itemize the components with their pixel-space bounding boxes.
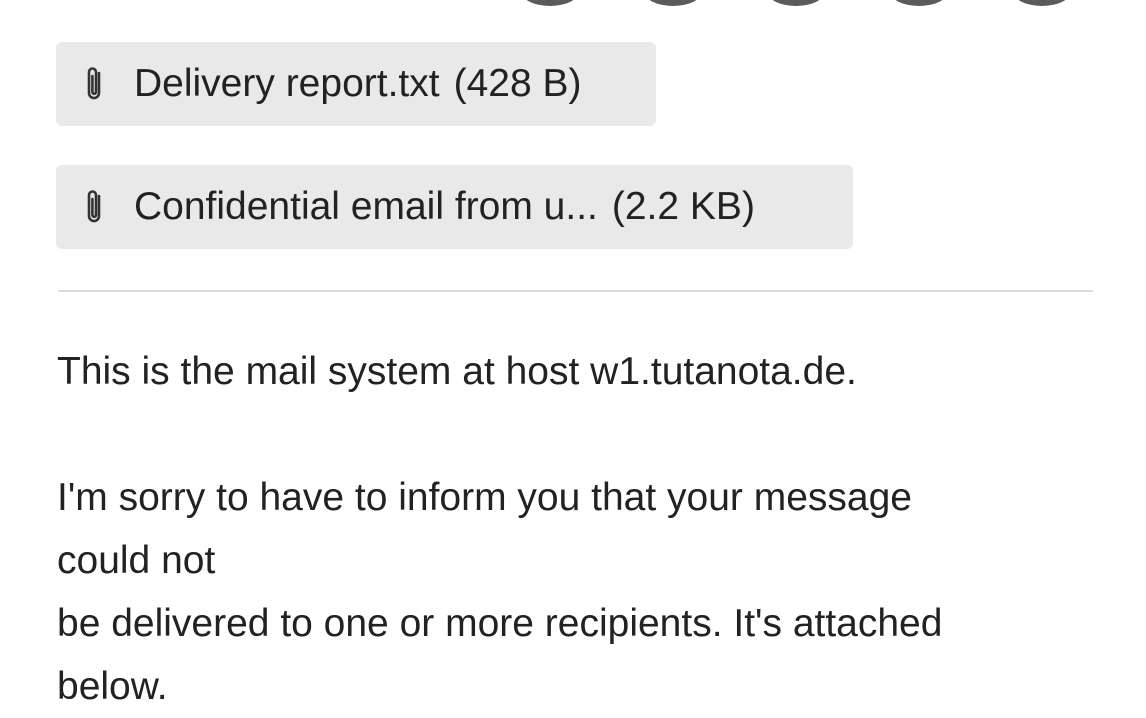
attachment-delivery-report[interactable]: Delivery report.txt (428 B) — [56, 42, 656, 126]
attachment-confidential-email[interactable]: Confidential email from u... (2.2 KB) — [56, 165, 853, 249]
action-button-1[interactable] — [520, 0, 580, 6]
body-line: This is the mail system at host w1.tutan… — [57, 350, 857, 393]
paperclip-icon — [82, 187, 106, 227]
attachment-name: Delivery report.txt — [134, 62, 440, 105]
attachment-name: Confidential email from u... — [134, 185, 598, 228]
body-line: be delivered to one or more recipients. … — [57, 602, 943, 645]
paperclip-icon — [82, 64, 106, 104]
action-button-2[interactable] — [643, 0, 703, 6]
action-button-3[interactable] — [766, 0, 826, 6]
attachment-size: (2.2 KB) — [611, 185, 755, 228]
action-button-5[interactable] — [1012, 0, 1072, 6]
message-action-bar — [520, 0, 1072, 6]
divider — [58, 290, 1093, 292]
body-line: I'm sorry to have to inform you that you… — [57, 476, 912, 519]
message-body: This is the mail system at host w1.tutan… — [57, 340, 1087, 718]
attachment-size: (428 B) — [453, 62, 582, 105]
body-line: could not — [57, 539, 216, 582]
body-line: below. — [57, 665, 168, 708]
action-button-4[interactable] — [889, 0, 949, 6]
